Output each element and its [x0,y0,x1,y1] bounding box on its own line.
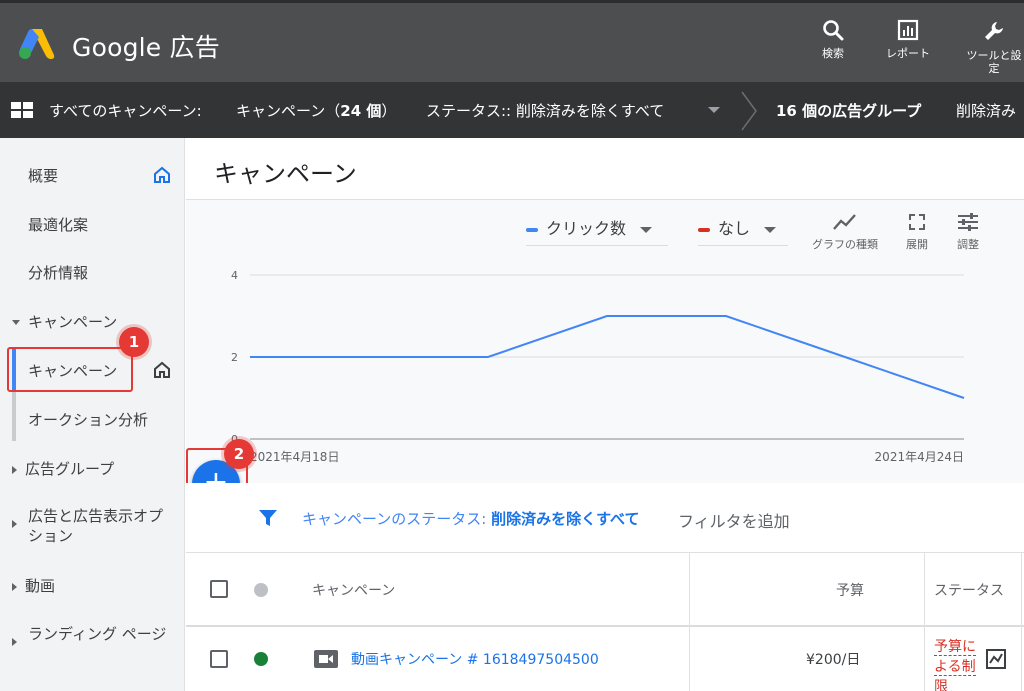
step-badge-1: 1 [119,327,149,357]
sidebar-section-landing-pages[interactable]: ランディング ページ [28,624,168,644]
step-badge-2: 2 [224,439,254,469]
caret-right-icon [12,465,17,474]
main-content: キャンペーン クリック数 なし グラフの種類 展開 調整 4 2 2021年4月… [186,138,1024,691]
add-filter-button[interactable]: フィルタを追加 [678,508,790,532]
y-tick-label: 2 [231,351,238,364]
tools-settings-tool[interactable]: ツールと設定 [964,19,1024,75]
sidebar-section-campaigns[interactable]: キャンペーン [12,311,117,332]
column-header-status[interactable]: ステータス [934,580,1004,600]
column-divider [924,553,925,627]
caret-right-icon [12,582,17,591]
breadcrumb-bar: すべてのキャンペーン: キャンペーン（24 個） ステータス:: 削除済みを除く… [0,82,1024,138]
breadcrumb-deleted[interactable]: 削除済み [956,100,1016,121]
status-filter-value: 削除済みを除くすべて [491,510,640,528]
sidebar-section-video[interactable]: 動画 [12,575,55,596]
tools-settings-label: ツールと設定 [966,49,1022,75]
page-title: キャンペーン [214,160,357,188]
campaign-status-text: 予算による制限 [934,639,976,691]
sidebar-section-ads-extensions[interactable]: 広告と広告表示オプション [28,506,168,546]
brand-title: Google 広告 [72,33,220,62]
highlight-box-campaigns [7,347,133,392]
status-filter-chip[interactable]: キャンペーンのステータス: 削除済みを除くすべて [302,508,639,529]
filter-bar: キャンペーンのステータス: 削除済みを除くすべて フィルタを追加 [186,483,1024,553]
report-tool[interactable]: レポート [878,19,938,60]
subnav-rail [12,391,16,441]
sidebar-item-insights[interactable]: 分析情報 [28,262,88,283]
caret-right-icon [12,520,17,528]
column-divider [1021,627,1022,691]
column-divider [689,553,690,627]
chevron-down-icon[interactable] [708,107,720,113]
video-camera-icon [314,650,338,668]
report-icon [897,19,919,41]
x-tick-label: 2021年4月24日 [875,450,964,464]
trend-chart-icon[interactable] [986,649,1006,669]
breadcrumb-status-filter[interactable]: ステータス:: 削除済みを除くすべて [426,100,664,121]
sidebar-item-auction-insights[interactable]: オークション分析 [28,409,148,430]
campaign-status[interactable]: 予算による制限 [934,637,984,691]
caret-right-icon [12,638,17,646]
breadcrumb-campaign-prefix: キャンペーン（ [236,102,341,120]
column-header-budget[interactable]: 予算 [836,580,864,600]
campaign-budget[interactable]: ¥200/日 [806,649,860,669]
sidebar-section-campaigns-label: キャンペーン [28,313,118,331]
row-checkbox[interactable] [210,650,228,668]
search-icon [823,20,844,41]
sidebar-item-overview[interactable]: 概要 [28,165,58,186]
search-tool[interactable]: 検索 [803,19,863,60]
column-divider [689,627,690,691]
column-header-campaign[interactable]: キャンペーン [312,580,395,600]
sidebar-section-ad-groups[interactable]: 広告グループ [12,458,114,479]
sidebar-section-video-label: 動画 [25,577,56,595]
status-filter-label: キャンペーンのステータス: [302,510,487,528]
search-tool-label: 検索 [822,47,844,60]
table-row[interactable]: 動画キャンペーン # 1618497504500 ¥200/日 予算による制限 [186,627,1024,691]
sidebar-item-recommendations[interactable]: 最適化案 [28,214,88,235]
column-divider [924,627,925,691]
sidebar: 概要 最適化案 分析情報 キャンペーン キャンペーン 1 オークション分析 広告… [0,138,185,691]
home-icon[interactable] [153,166,171,184]
home-icon[interactable] [153,361,171,379]
campaign-name-link[interactable]: 動画キャンペーン # 1618497504500 [351,649,599,669]
breadcrumb-all-campaigns[interactable]: すべてのキャンペーン: [49,100,202,121]
google-ads-logo-icon [19,29,55,59]
breadcrumb-campaign-count[interactable]: キャンペーン（24 個） [236,100,396,121]
y-tick-label: 4 [231,269,238,282]
filter-icon[interactable] [258,509,278,527]
top-header: Google 広告 検索 レポート ツールと設定 [0,0,1024,82]
chevron-right-icon [741,91,757,131]
breadcrumb-campaign-number: 24 個 [340,102,382,120]
select-all-checkbox[interactable] [210,580,228,598]
caret-down-icon [12,320,20,325]
column-divider [1021,553,1022,627]
sidebar-section-ad-groups-label: 広告グループ [25,460,115,478]
status-dot-header [254,583,268,597]
breadcrumb-ad-groups[interactable]: 16 個の広告グループ [776,100,921,121]
table-header: キャンペーン 予算 ステータス [186,553,1024,627]
x-tick-label: 2021年4月18日 [250,450,339,464]
status-dot-enabled[interactable] [254,652,268,666]
wrench-icon [985,22,1003,40]
breadcrumb-campaign-suffix: ） [381,102,397,120]
grid-icon[interactable] [11,102,33,118]
report-tool-label: レポート [886,47,930,60]
clicks-line-chart: 4202021年4月18日2021年4月24日 [231,269,965,464]
